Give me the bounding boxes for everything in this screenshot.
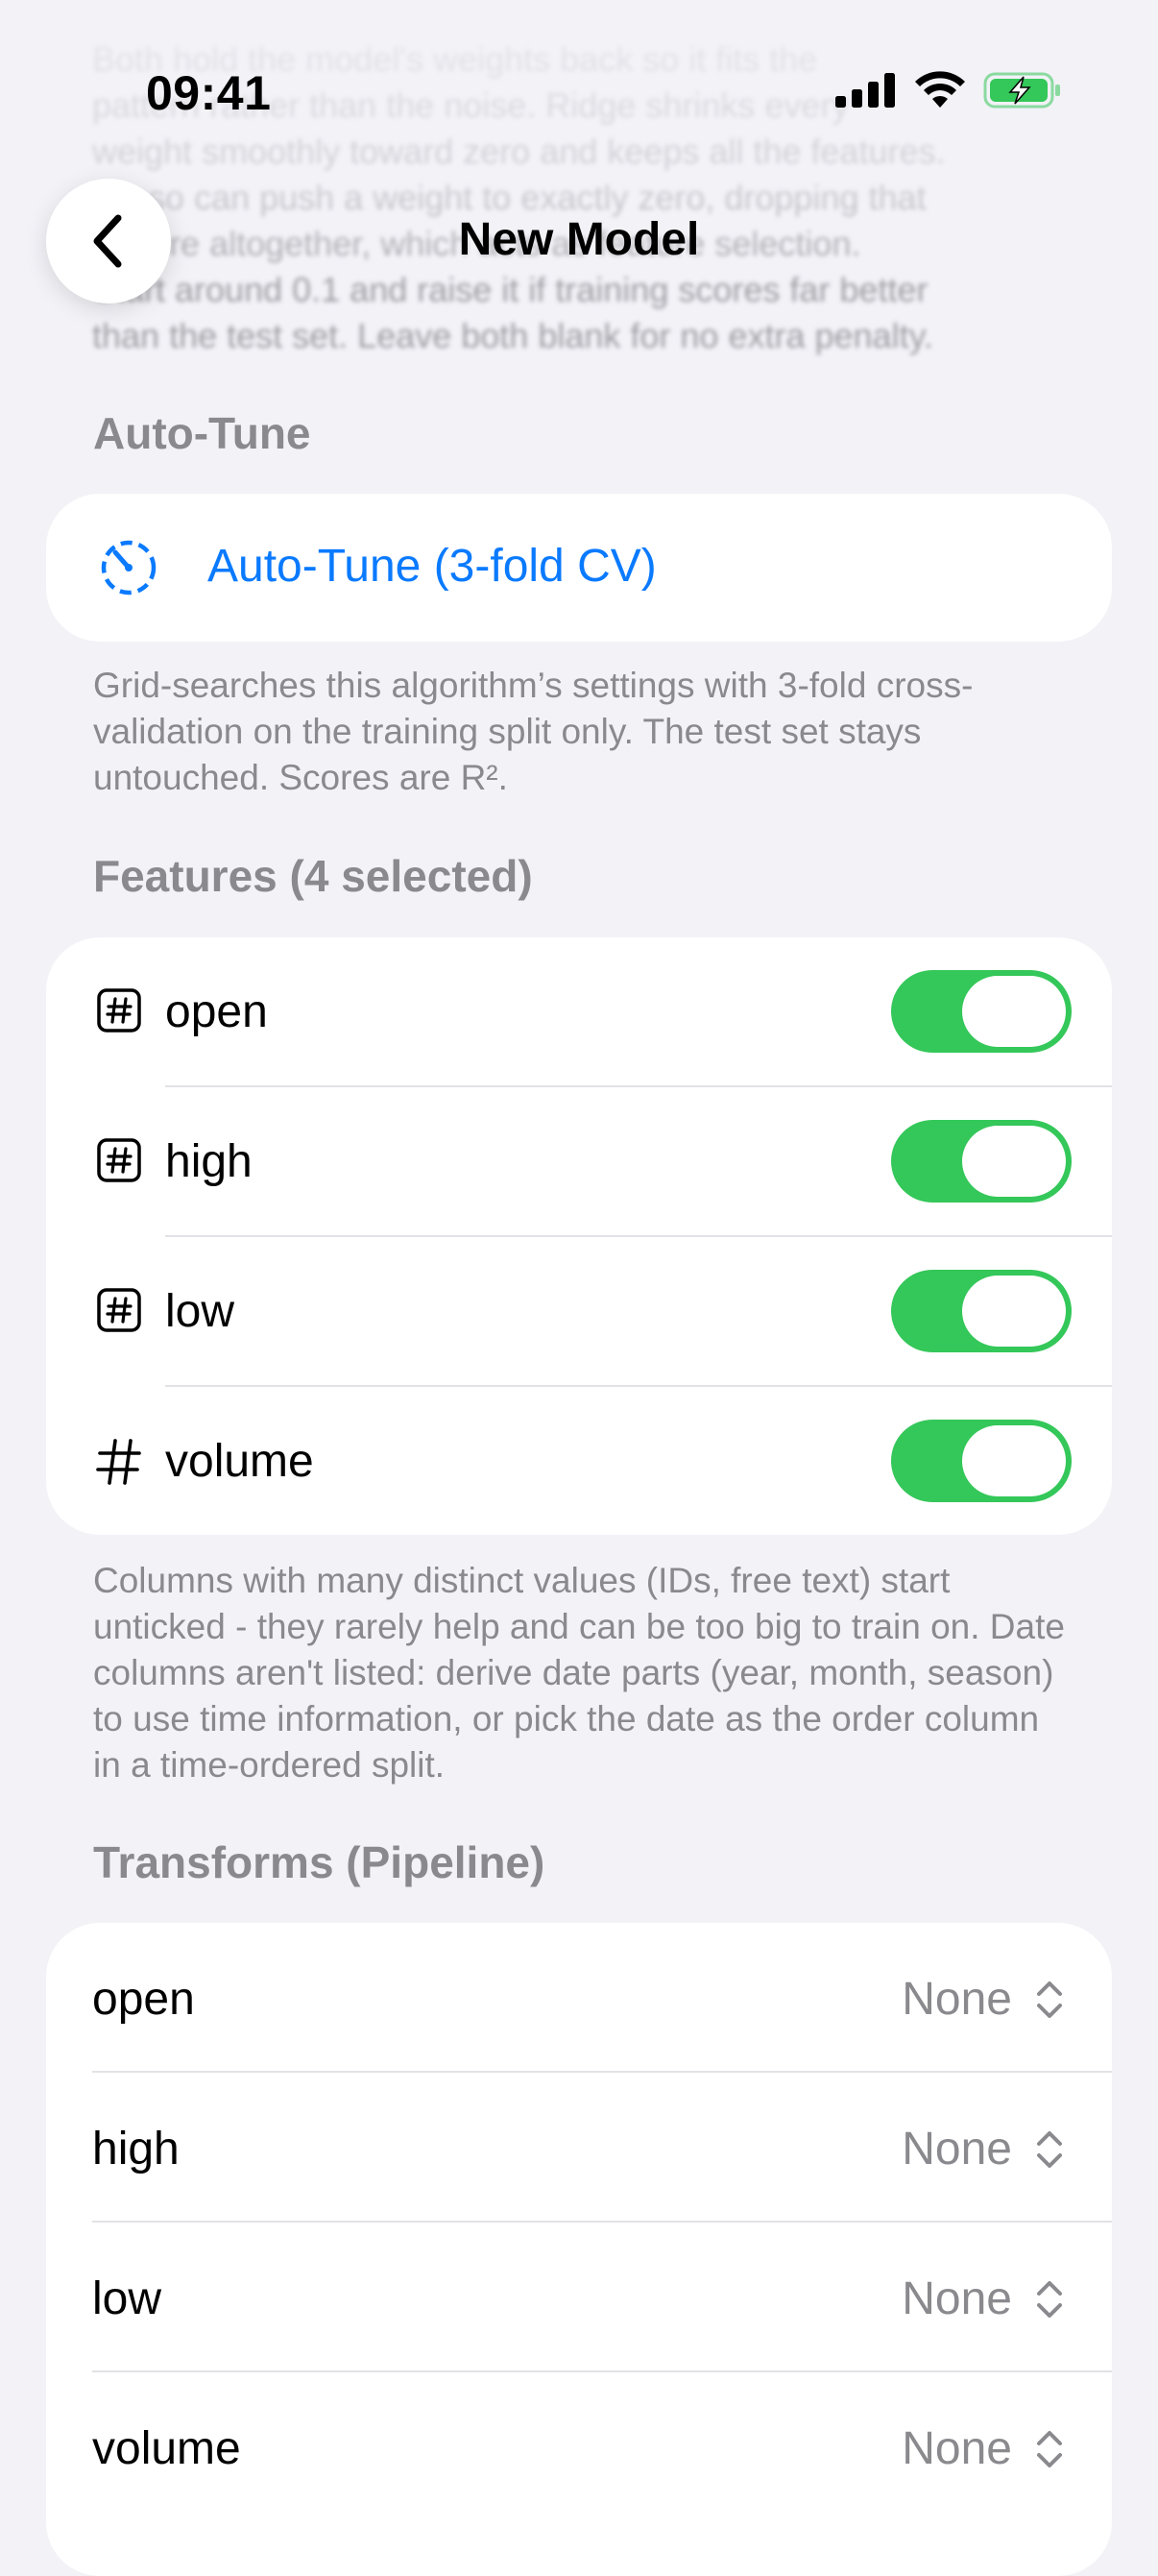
toggle-knob: [962, 1425, 1066, 1496]
transform-label: open: [92, 1974, 195, 2025]
transform-label: volume: [92, 2423, 241, 2474]
feature-label: high: [165, 1136, 253, 1187]
transform-row-low[interactable]: low None: [46, 2223, 1112, 2372]
chevron-up-down-icon: [1037, 2131, 1062, 2168]
note-line: Start around 0.1 and raise it if trainin…: [92, 270, 929, 309]
transforms-card: open None high None low None volume None: [46, 1923, 1112, 2576]
status-time: 09:41: [146, 66, 272, 120]
feature-toggle-high[interactable]: [891, 1120, 1072, 1203]
feature-toggle-low[interactable]: [891, 1270, 1072, 1352]
autotune-label: Auto-Tune (3-fold CV): [207, 541, 657, 592]
transform-value: None: [902, 2124, 1012, 2175]
number-square-icon: [97, 1288, 141, 1332]
transform-value: None: [902, 1974, 1012, 2025]
transform-row-volume[interactable]: volume None: [46, 2372, 1112, 2522]
note-line: than the test set. Leave both blank for …: [92, 316, 933, 355]
number-square-icon: [97, 1138, 141, 1182]
timer-dashed-icon: [101, 540, 157, 595]
transform-value: None: [902, 2423, 1012, 2474]
toggle-knob: [962, 1276, 1066, 1347]
autotune-button[interactable]: Auto-Tune (3-fold CV): [46, 494, 1112, 642]
toggle-knob: [962, 1126, 1066, 1197]
wifi-icon: [915, 71, 965, 108]
transform-row-open[interactable]: open None: [46, 1923, 1112, 2073]
features-section-header: Features (4 selected): [93, 851, 533, 901]
number-icon: [96, 1439, 141, 1485]
toggle-knob: [962, 976, 1066, 1047]
autotune-card: Auto-Tune (3-fold CV): [46, 494, 1112, 642]
status-icons: [835, 71, 1062, 109]
transform-label: high: [92, 2124, 180, 2175]
page-title: New Model: [458, 214, 700, 265]
feature-row-open: open: [46, 937, 1112, 1086]
chevron-up-down-icon: [1037, 2431, 1062, 2467]
feature-label: volume: [165, 1436, 314, 1487]
autotune-footnote: Grid-searches this algorithm’s settings …: [93, 666, 974, 797]
feature-toggle-volume[interactable]: [891, 1420, 1072, 1502]
features-footnote: Columns with many distinct values (IDs, …: [93, 1561, 1065, 1785]
cellular-signal-icon: [835, 73, 895, 108]
battery-charging-icon: [983, 72, 1060, 109]
feature-row-volume: volume: [46, 1387, 1112, 1536]
status-bar: 09:41: [0, 0, 1158, 125]
feature-toggle-open[interactable]: [891, 970, 1072, 1053]
chevron-up-down-icon: [1037, 2281, 1062, 2318]
number-square-icon: [97, 988, 141, 1033]
transforms-section-header: Transforms (Pipeline): [93, 1837, 545, 1887]
transform-row-high[interactable]: high None: [46, 2073, 1112, 2223]
transform-label: low: [92, 2273, 162, 2324]
feature-label: open: [165, 986, 268, 1037]
feature-label: low: [165, 1286, 235, 1337]
feature-row-high: high: [46, 1087, 1112, 1236]
chevron-up-down-icon: [1037, 1981, 1062, 2018]
note-line: weight smoothly toward zero and keeps al…: [92, 132, 946, 171]
features-card: open high low volume: [46, 937, 1112, 1535]
autotune-section-header: Auto-Tune: [93, 408, 311, 458]
transform-value: None: [902, 2273, 1012, 2324]
feature-row-low: low: [46, 1237, 1112, 1386]
